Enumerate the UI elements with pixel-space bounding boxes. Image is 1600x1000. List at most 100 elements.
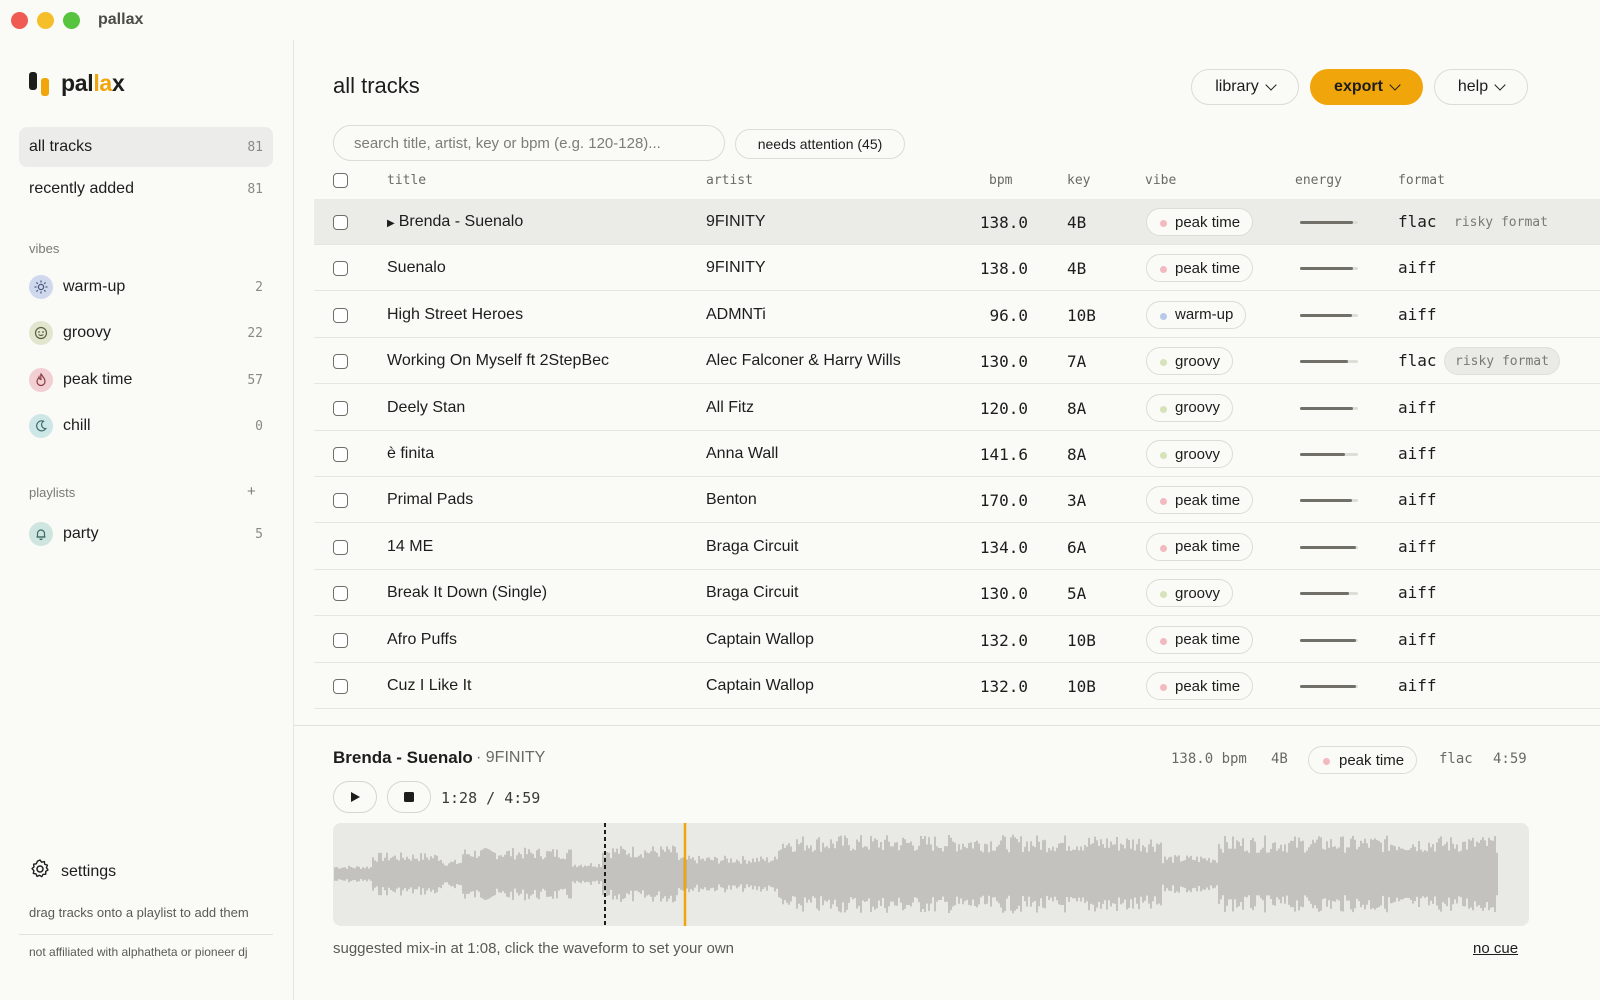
track-format: aiff [1398, 583, 1437, 603]
column-header-key[interactable]: key [1067, 173, 1090, 188]
track-bpm: 138.0 [979, 213, 1028, 232]
vibe-chip[interactable]: groovy [1146, 393, 1234, 422]
track-key: 7A [1067, 352, 1087, 372]
vibe-chip[interactable]: groovy [1146, 347, 1234, 376]
sidebar-item-count: 2 [255, 279, 263, 295]
table-row[interactable]: Primal Pads Benton 170.0 3A peak time aiff [314, 477, 1600, 524]
track-artist: Alec Falconer & Harry Wills [706, 352, 901, 370]
play-button[interactable] [333, 781, 377, 813]
vibe-chip[interactable]: peak time [1146, 254, 1254, 283]
select-all-checkbox[interactable] [333, 173, 348, 188]
playing-indicator-icon: ▶ [387, 218, 395, 229]
vibe-chip[interactable]: peak time [1146, 486, 1254, 515]
zoom-window-button[interactable] [63, 11, 80, 29]
vibe-chip[interactable]: peak time [1146, 532, 1254, 561]
search-input[interactable] [333, 125, 725, 161]
vibe-chip[interactable]: groovy [1146, 440, 1234, 468]
row-checkbox[interactable] [333, 215, 348, 230]
table-row[interactable]: 14 ME Braga Circuit 134.0 6A peak time aiff [314, 524, 1600, 570]
now-playing-key: 4B [1271, 751, 1288, 767]
track-format: flac [1398, 351, 1437, 371]
waveform[interactable] [333, 823, 1529, 926]
sidebar-item-peak-time[interactable]: peak time 57 [19, 360, 273, 400]
track-bpm: 170.0 [979, 491, 1028, 511]
sidebar-item-recently-added[interactable]: recently added 81 [19, 169, 273, 209]
table-row[interactable]: Working On Myself ft 2StepBec Alec Falcon… [314, 338, 1600, 385]
mix-in-suggestion: suggested mix-in at 1:08, click the wave… [333, 940, 735, 957]
column-header-artist[interactable]: artist [706, 173, 753, 188]
table-row[interactable]: High Street Heroes ADMNTi 96.0 10B warm-up ai… [314, 292, 1600, 338]
row-checkbox[interactable] [333, 586, 348, 602]
row-checkbox[interactable] [333, 400, 348, 416]
row-checkbox[interactable] [333, 354, 348, 370]
column-header-title[interactable]: title [387, 173, 426, 188]
table-row[interactable]: Break It Down (Single) Braga Circuit 130.0… [314, 570, 1600, 617]
vibe-chip[interactable]: peak time [1146, 625, 1254, 654]
sidebar-item-label: groovy [63, 324, 112, 341]
track-title-text: Brenda - Suenalo [398, 213, 524, 230]
energy-bar [1300, 267, 1358, 271]
settings-button[interactable]: settings [29, 858, 116, 885]
vibe-chip[interactable]: peak time [1146, 672, 1254, 700]
playlists-section-label: playlists [29, 485, 76, 500]
help-label: help [1457, 78, 1489, 95]
sidebar-item-all-tracks[interactable]: all tracks 81 [19, 127, 273, 167]
track-title-text: High Street Heroes [387, 305, 524, 323]
vibe-chip[interactable]: peak time [1146, 208, 1254, 236]
sidebar-item-chill[interactable]: chill 0 [19, 406, 273, 446]
table-row[interactable]: Deely Stan All Fitz 120.0 8A groovy aiff [314, 385, 1600, 431]
sidebar-item-party[interactable]: party 5 [19, 514, 273, 554]
table-row[interactable]: Suenalo 9FINITY 138.0 4B peak time aiff [314, 245, 1600, 292]
minimize-window-button[interactable] [37, 11, 54, 29]
track-bpm: 141.6 [979, 445, 1028, 464]
column-header-vibe[interactable]: vibe [1145, 173, 1176, 188]
needs-attention-filter[interactable]: needs attention (45) [735, 129, 905, 159]
row-checkbox[interactable] [333, 261, 348, 277]
drag-hint: drag tracks onto a playlist to add them [29, 905, 249, 920]
track-title-text: Afro Puffs [387, 630, 457, 648]
track-artist: Captain Wallop [706, 677, 814, 694]
track-format: aiff [1398, 258, 1437, 278]
track-artist: All Fitz [706, 398, 754, 416]
column-header-format[interactable]: format [1398, 173, 1445, 188]
track-bpm: 130.0 [979, 352, 1028, 372]
moon-icon [29, 414, 53, 438]
risky-format-badge: risky format [1454, 214, 1548, 230]
track-title-text: Cuz I Like It [387, 677, 472, 694]
row-checkbox[interactable] [333, 632, 348, 648]
row-checkbox[interactable] [333, 679, 348, 694]
energy-bar-fill [1300, 360, 1348, 364]
vibe-chip[interactable]: warm-up [1146, 300, 1247, 329]
row-checkbox[interactable] [333, 307, 348, 323]
table-row[interactable]: è finita Anna Wall 141.6 8A groovy aiff [314, 431, 1600, 477]
track-bpm: 134.0 [979, 537, 1028, 557]
table-row[interactable]: Cuz I Like It Captain Wallop 132.0 10B peak … [314, 663, 1600, 709]
table-row[interactable]: Afro Puffs Captain Wallop 132.0 10B peak tim… [314, 617, 1600, 663]
column-header-energy[interactable]: energy [1295, 173, 1342, 188]
row-checkbox[interactable] [333, 493, 348, 509]
column-header-bpm[interactable]: bpm [989, 173, 1012, 188]
stop-button[interactable] [387, 781, 431, 813]
track-bpm: 138.0 [979, 259, 1028, 279]
sidebar-item-label: party [63, 525, 99, 542]
energy-bar [1300, 313, 1358, 317]
close-window-button[interactable] [11, 11, 28, 29]
sidebar-item-groovy[interactable]: groovy 22 [19, 313, 273, 353]
sidebar-item-label: warm-up [63, 278, 126, 295]
add-playlist-button[interactable]: + [247, 483, 256, 500]
help-dropdown-button[interactable]: help [1434, 69, 1528, 105]
main-content: all tracks library export help needs att… [294, 40, 1600, 1000]
no-cue-link[interactable]: no cue [1473, 940, 1518, 957]
logo-mark-icon [29, 71, 51, 96]
export-dropdown-button[interactable]: export [1310, 69, 1423, 105]
table-row[interactable]: ▶ Brenda - Suenalo 9FINITY 138.0 4B peak time… [314, 199, 1600, 245]
row-checkbox[interactable] [333, 447, 348, 462]
energy-bar [1300, 592, 1358, 596]
sidebar-item-warm-up[interactable]: warm-up 2 [19, 267, 273, 307]
library-dropdown-button[interactable]: library [1191, 69, 1299, 105]
chevron-down-icon [1265, 79, 1277, 91]
row-checkbox[interactable] [333, 539, 348, 555]
vibe-chip[interactable]: groovy [1146, 579, 1234, 608]
energy-bar-fill [1300, 545, 1357, 549]
window-titlebar: pallax [0, 0, 1600, 40]
